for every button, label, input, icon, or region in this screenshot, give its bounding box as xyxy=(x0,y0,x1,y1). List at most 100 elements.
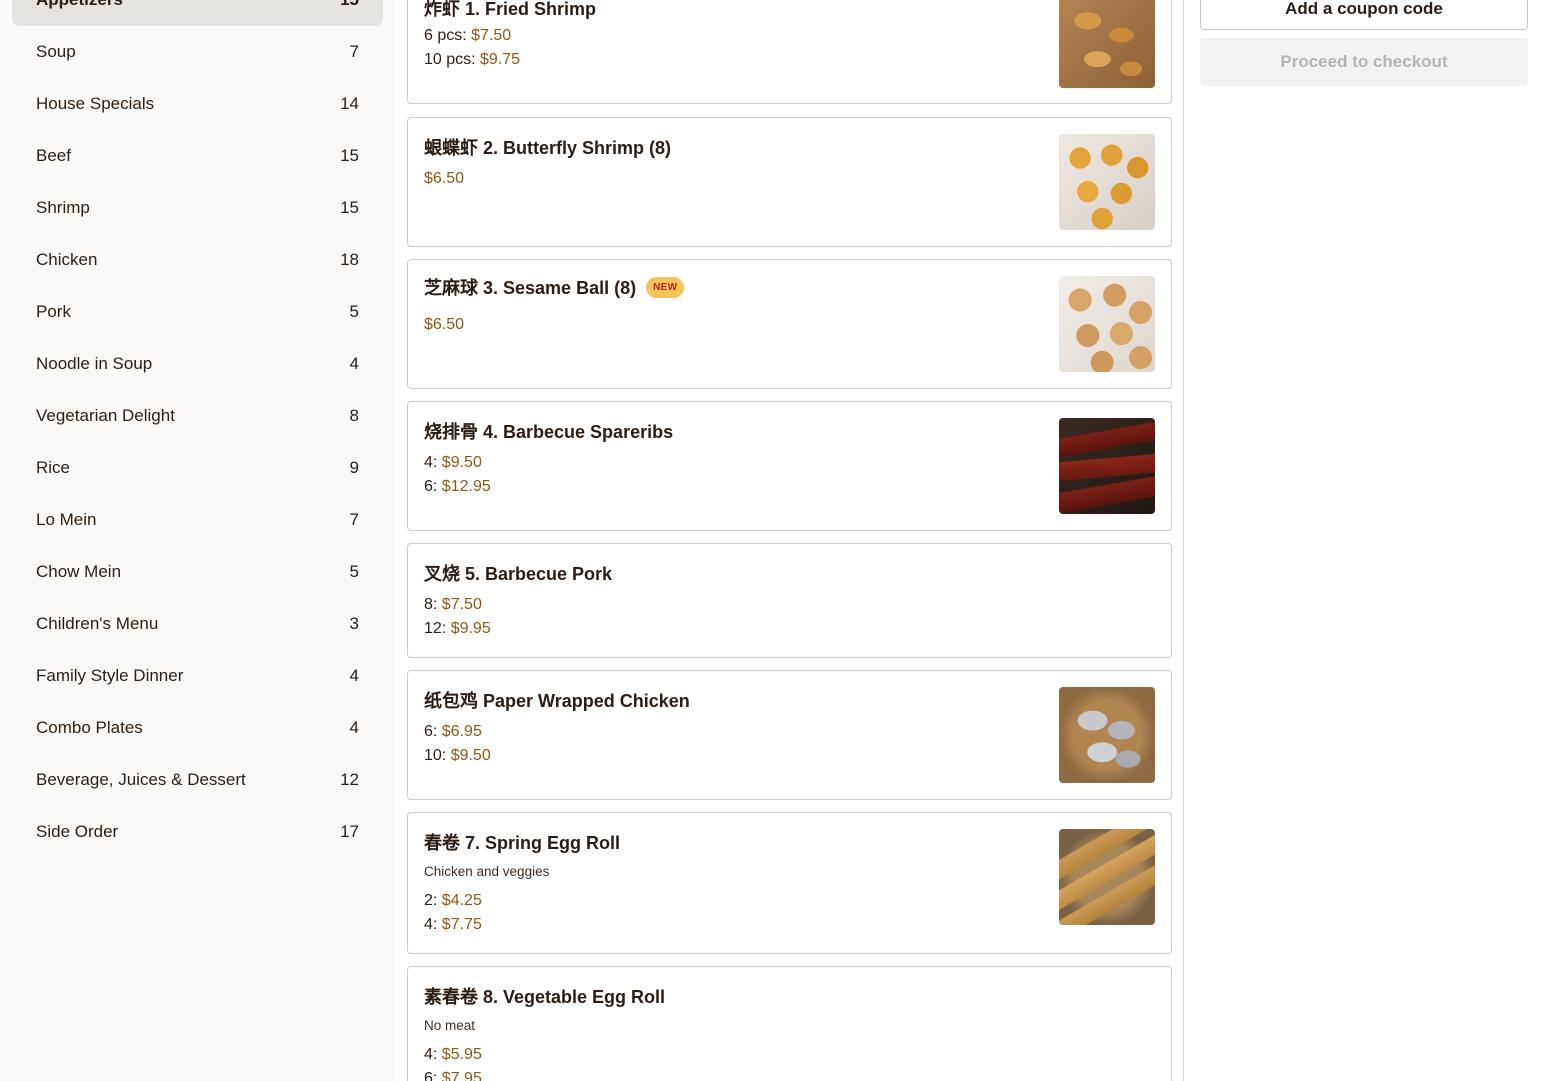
price-label: 4: xyxy=(424,1046,442,1063)
price-line: $6.50 xyxy=(424,170,464,188)
category-label: Combo Plates xyxy=(36,718,143,737)
item-title-text: 蛝蝶虾 2. Butterfly Shrimp (8) xyxy=(424,138,672,158)
proceed-to-checkout-button[interactable]: Proceed to checkout xyxy=(1200,38,1528,86)
category-label: Chicken xyxy=(36,250,98,269)
category-item-childrens-menu[interactable]: Children's Menu 3 xyxy=(12,598,383,650)
price-value: $7.95 xyxy=(441,1070,482,1081)
add-coupon-button[interactable]: Add a coupon code xyxy=(1200,0,1528,30)
category-label: Beverage, Juices & Dessert xyxy=(36,770,246,789)
category-item-lo-mein[interactable]: Lo Mein 7 xyxy=(12,494,383,546)
category-item-side-order[interactable]: Side Order 17 xyxy=(12,806,383,858)
price-line: 10 pcs: $9.75 xyxy=(424,51,520,69)
price-value: $6.50 xyxy=(424,170,465,187)
category-item-chicken[interactable]: Chicken 18 xyxy=(12,234,383,286)
category-item-beef[interactable]: Beef 15 xyxy=(12,130,383,182)
category-item-vegetarian-delight[interactable]: Vegetarian Delight 8 xyxy=(12,390,383,442)
category-label: Beef xyxy=(36,146,71,165)
menu-item-card[interactable]: 春卷 7. Spring Egg Roll Chicken and veggie… xyxy=(407,812,1172,954)
category-label: Lo Mein xyxy=(36,510,97,529)
price-label: 8: xyxy=(424,596,442,613)
item-image xyxy=(1059,276,1155,372)
price-label: 10: xyxy=(424,747,451,764)
price-line: 6: $12.95 xyxy=(424,478,491,496)
category-label: House Specials xyxy=(36,94,155,113)
category-count: 7 xyxy=(349,510,359,529)
item-title: 炸虾 1. Fried Shrimp xyxy=(424,0,596,21)
price-label: 6: xyxy=(424,1070,442,1081)
item-image xyxy=(1059,134,1155,230)
category-count: 5 xyxy=(349,302,359,321)
price-value: $9.50 xyxy=(441,454,482,471)
item-title: 纸包鸡 Paper Wrapped Chicken xyxy=(424,687,690,713)
item-title-text: 叉烧 5. Barbecue Pork xyxy=(424,564,613,584)
menu-item-card[interactable]: 叉烧 5. Barbecue Pork 8: $7.50 12: $9.95 xyxy=(407,543,1172,658)
price-label: 6 pcs: xyxy=(424,27,472,44)
price-value: $7.75 xyxy=(441,916,482,933)
category-item-noodle-in-soup[interactable]: Noodle in Soup 4 xyxy=(12,338,383,390)
price-label: 4: xyxy=(424,454,442,471)
price-line: 6 pcs: $7.50 xyxy=(424,27,511,45)
category-item-beverage-juices-dessert[interactable]: Beverage, Juices & Dessert 12 xyxy=(12,754,383,806)
category-label: Vegetarian Delight xyxy=(36,406,175,425)
menu-item-card[interactable]: 纸包鸡 Paper Wrapped Chicken 6: $6.95 10: $… xyxy=(407,670,1172,800)
category-count: 8 xyxy=(349,406,359,425)
price-value: $9.75 xyxy=(480,51,521,68)
price-label: 4: xyxy=(424,916,442,933)
menu-item-card[interactable]: 蛝蝶虾 2. Butterfly Shrimp (8) $6.50 xyxy=(407,117,1172,247)
item-title-text: 素春卷 8. Vegetable Egg Roll xyxy=(424,987,666,1007)
category-item-chow-mein[interactable]: Chow Mein 5 xyxy=(12,546,383,598)
item-title-text: 春卷 7. Spring Egg Roll xyxy=(424,833,621,853)
category-item-pork[interactable]: Pork 5 xyxy=(12,286,383,338)
item-description: No meat xyxy=(424,1018,476,1033)
menu-item-card[interactable]: 素春卷 8. Vegetable Egg Roll No meat 4: $5.… xyxy=(407,966,1172,1081)
price-line: 6: $7.95 xyxy=(424,1070,482,1081)
price-value: $4.25 xyxy=(441,892,482,909)
category-label: Children's Menu xyxy=(36,614,159,633)
price-value: $6.50 xyxy=(424,316,465,333)
price-line: 10: $9.50 xyxy=(424,747,491,765)
category-count: 5 xyxy=(349,562,359,581)
category-label: Rice xyxy=(36,458,71,477)
item-title: 芝麻球 3. Sesame Ball (8) NEW xyxy=(424,274,685,300)
category-count: 15 xyxy=(340,0,359,10)
category-count: 7 xyxy=(349,42,359,61)
price-label: 6: xyxy=(424,723,442,740)
category-count: 9 xyxy=(349,458,359,477)
category-label: Side Order xyxy=(36,822,119,841)
category-label: Shrimp xyxy=(36,198,90,217)
menu-item-card[interactable]: 烧排骨 4. Barbecue Spareribs 4: $9.50 6: $1… xyxy=(407,401,1172,531)
category-item-rice[interactable]: Rice 9 xyxy=(12,442,383,494)
category-count: 15 xyxy=(340,146,359,165)
price-label: 12: xyxy=(424,620,451,637)
price-value: $6.95 xyxy=(441,723,482,740)
price-line: 4: $9.50 xyxy=(424,454,482,472)
price-value: $12.95 xyxy=(441,478,491,495)
item-title: 烧排骨 4. Barbecue Spareribs xyxy=(424,418,673,444)
item-title-text: 炸虾 1. Fried Shrimp xyxy=(424,0,597,19)
category-label: Appetizers xyxy=(36,0,123,10)
category-item-shrimp[interactable]: Shrimp 15 xyxy=(12,182,383,234)
category-item-soup[interactable]: Soup 7 xyxy=(12,26,383,78)
item-title-text: 纸包鸡 Paper Wrapped Chicken xyxy=(424,691,690,711)
price-value: $9.95 xyxy=(450,620,491,637)
category-count: 4 xyxy=(349,718,359,737)
menu-item-card[interactable]: 芝麻球 3. Sesame Ball (8) NEW $6.50 xyxy=(407,259,1172,389)
category-item-family-style-dinner[interactable]: Family Style Dinner 4 xyxy=(12,650,383,702)
price-line: 2: $4.25 xyxy=(424,892,482,910)
menu-item-card[interactable]: 炸虾 1. Fried Shrimp 6 pcs: $7.50 10 pcs: … xyxy=(407,0,1172,104)
category-item-combo-plates[interactable]: Combo Plates 4 xyxy=(12,702,383,754)
category-item-house-specials[interactable]: House Specials 14 xyxy=(12,78,383,130)
price-line: 12: $9.95 xyxy=(424,620,491,638)
category-count: 17 xyxy=(340,822,359,841)
price-line: 4: $7.75 xyxy=(424,916,482,934)
item-image xyxy=(1059,829,1155,925)
menu-item-list: 炸虾 1. Fried Shrimp 6 pcs: $7.50 10 pcs: … xyxy=(395,0,1184,1081)
price-label: 2: xyxy=(424,892,442,909)
price-value: $7.50 xyxy=(441,596,482,613)
category-label: Pork xyxy=(36,302,71,321)
item-title: 春卷 7. Spring Egg Roll xyxy=(424,829,620,855)
price-line: 4: $5.95 xyxy=(424,1046,482,1064)
category-item-appetizers[interactable]: Appetizers 15 xyxy=(12,0,383,26)
category-label: Noodle in Soup xyxy=(36,354,153,373)
price-value: $5.95 xyxy=(441,1046,482,1063)
